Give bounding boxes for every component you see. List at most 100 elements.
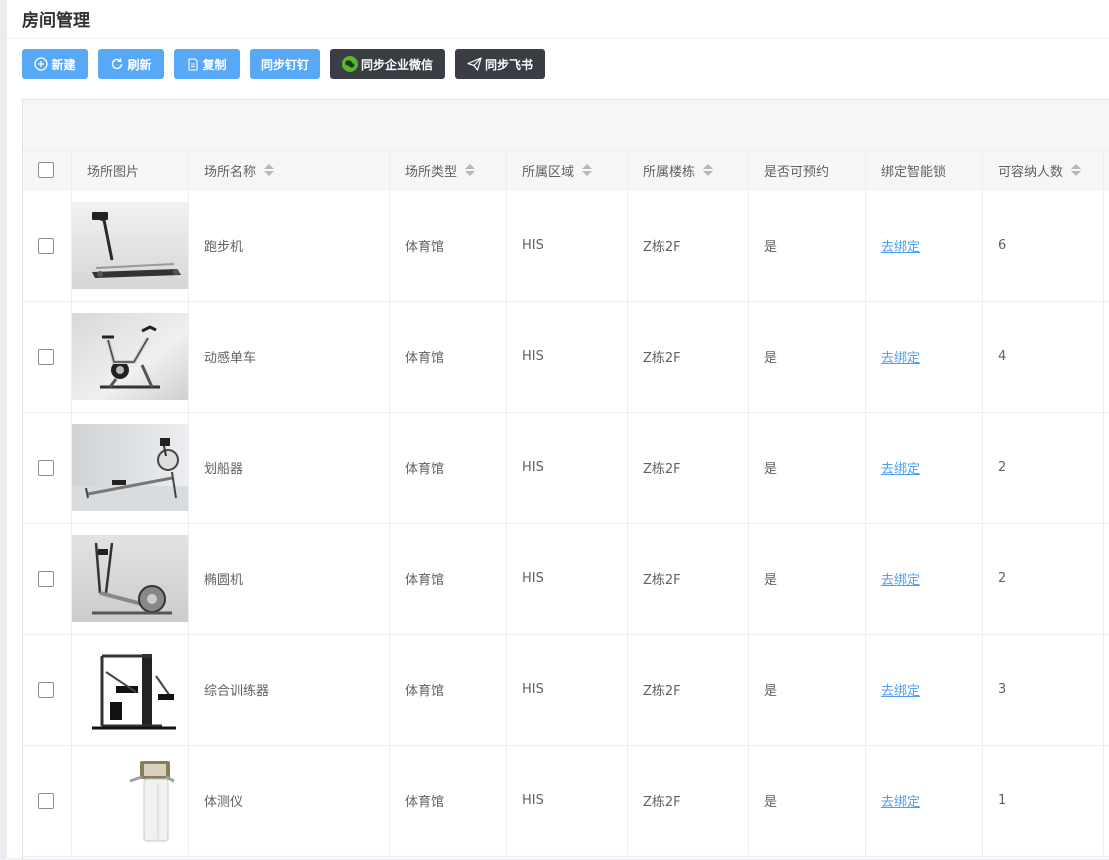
type-cell: 体育馆 (390, 634, 507, 745)
refresh-icon (112, 58, 123, 70)
sort-icon[interactable] (465, 164, 476, 176)
capacity-cell: 2 (983, 412, 1104, 523)
document-copy-icon (188, 57, 199, 71)
bind-lock-link[interactable]: 去绑定 (881, 458, 920, 477)
header-name-label: 场所名称 (204, 164, 257, 180)
capacity-cell: 3 (983, 634, 1104, 745)
lock-cell: 去绑定 (866, 523, 983, 634)
sync-dingtalk-button[interactable]: 同步钉钉 (250, 49, 320, 79)
sort-icon[interactable] (582, 164, 593, 176)
page-title: 房间管理 (22, 11, 90, 31)
area-cell: HIS (507, 745, 628, 856)
lock-cell: 去绑定 (866, 412, 983, 523)
header-name[interactable]: 场所名称 (189, 151, 390, 189)
rowing-machine-photo[interactable] (72, 424, 188, 511)
image-cell (72, 745, 189, 856)
area-cell: HIS (507, 301, 628, 412)
bookable-cell: 是 (749, 190, 866, 301)
capacity-cell: 1 (983, 745, 1104, 856)
left-gutter (0, 0, 7, 858)
bind-lock-link[interactable]: 去绑定 (881, 569, 920, 588)
table-row: 划船器 体育馆 HIS Z栋2F 是 去绑定 2 (23, 412, 1109, 524)
lock-cell: 去绑定 (866, 634, 983, 745)
building-cell: Z栋2F (628, 745, 749, 856)
bind-lock-link[interactable]: 去绑定 (881, 680, 920, 699)
table-header-row: 场所图片 场所名称 场所类型 所属区域 所属楼栋 是否可预约 绑定智能锁 可容纳… (23, 151, 1109, 190)
new-button[interactable]: 新建 (22, 49, 88, 79)
header-image: 场所图片 (72, 151, 189, 189)
rooms-table: 场所图片 场所名称 场所类型 所属区域 所属楼栋 是否可预约 绑定智能锁 可容纳… (22, 99, 1109, 860)
elliptical-photo[interactable] (72, 535, 188, 622)
row-select-cell (23, 190, 72, 301)
bookable-cell: 是 (749, 523, 866, 634)
plus-circle-icon (34, 57, 49, 71)
type-cell: 体育馆 (390, 412, 507, 523)
name-cell: 动感单车 (189, 301, 390, 412)
paper-plane-icon (467, 57, 482, 71)
table-row: 椭圆机 体育馆 HIS Z栋2F 是 去绑定 2 (23, 523, 1109, 635)
type-cell: 体育馆 (390, 190, 507, 301)
table-row: 综合训练器 体育馆 HIS Z栋2F 是 去绑定 3 (23, 634, 1109, 746)
header-type[interactable]: 场所类型 (390, 151, 507, 189)
wechat-icon (341, 56, 358, 72)
row-checkbox[interactable] (38, 792, 54, 809)
row-select-cell (23, 523, 72, 634)
select-all-cell (23, 151, 72, 189)
name-cell: 跑步机 (189, 190, 390, 301)
header-bookable-label: 是否可预约 (764, 164, 830, 180)
copy-button[interactable]: 复制 (174, 49, 240, 79)
row-checkbox[interactable] (38, 237, 54, 254)
area-cell: HIS (507, 634, 628, 745)
header-capacity-label: 可容纳人数 (998, 164, 1064, 180)
header-bookable: 是否可预约 (749, 151, 866, 189)
header-capacity[interactable]: 可容纳人数 (983, 151, 1104, 189)
image-cell (72, 634, 189, 745)
header-type-label: 场所类型 (405, 164, 458, 180)
row-select-cell (23, 301, 72, 412)
header-building-label: 所属楼栋 (643, 164, 696, 180)
sync-dingtalk-label: 同步钉钉 (260, 57, 309, 72)
sort-icon[interactable] (1071, 164, 1082, 176)
building-cell: Z栋2F (628, 301, 749, 412)
refresh-button[interactable]: 刷新 (98, 49, 164, 79)
sort-icon[interactable] (264, 164, 275, 176)
select-all-checkbox[interactable] (38, 162, 54, 178)
sort-icon[interactable] (703, 164, 714, 176)
bind-lock-link[interactable]: 去绑定 (881, 791, 920, 810)
capacity-cell: 4 (983, 301, 1104, 412)
header-building[interactable]: 所属楼栋 (628, 151, 749, 189)
bind-lock-link[interactable]: 去绑定 (881, 236, 920, 255)
image-cell (72, 301, 189, 412)
table-row: 体测仪 体育馆 HIS Z栋2F 是 去绑定 1 (23, 745, 1109, 857)
table-filter-bar (23, 100, 1109, 151)
treadmill-photo[interactable] (72, 202, 188, 289)
bookable-cell: 是 (749, 301, 866, 412)
sync-feishu-button[interactable]: 同步飞书 (455, 49, 545, 79)
building-cell: Z栋2F (628, 634, 749, 745)
bind-lock-link[interactable]: 去绑定 (881, 347, 920, 366)
capacity-cell: 2 (983, 523, 1104, 634)
row-select-cell (23, 412, 72, 523)
row-checkbox[interactable] (38, 681, 54, 698)
lock-cell: 去绑定 (866, 301, 983, 412)
spin-bike-photo[interactable] (72, 313, 188, 400)
name-cell: 综合训练器 (189, 634, 390, 745)
image-cell (72, 190, 189, 301)
row-checkbox[interactable] (38, 348, 54, 365)
body-analyzer-photo[interactable] (72, 757, 188, 844)
row-select-cell (23, 745, 72, 856)
home-gym-photo[interactable] (72, 646, 188, 733)
name-cell: 划船器 (189, 412, 390, 523)
title-divider (7, 38, 1109, 39)
area-cell: HIS (507, 523, 628, 634)
bookable-cell: 是 (749, 412, 866, 523)
sync-wecom-button[interactable]: 同步企业微信 (330, 49, 445, 79)
type-cell: 体育馆 (390, 523, 507, 634)
type-cell: 体育馆 (390, 301, 507, 412)
bookable-cell: 是 (749, 634, 866, 745)
header-area[interactable]: 所属区域 (507, 151, 628, 189)
row-checkbox[interactable] (38, 570, 54, 587)
lock-cell: 去绑定 (866, 745, 983, 856)
row-checkbox[interactable] (38, 459, 54, 476)
header-image-label: 场所图片 (87, 164, 140, 180)
